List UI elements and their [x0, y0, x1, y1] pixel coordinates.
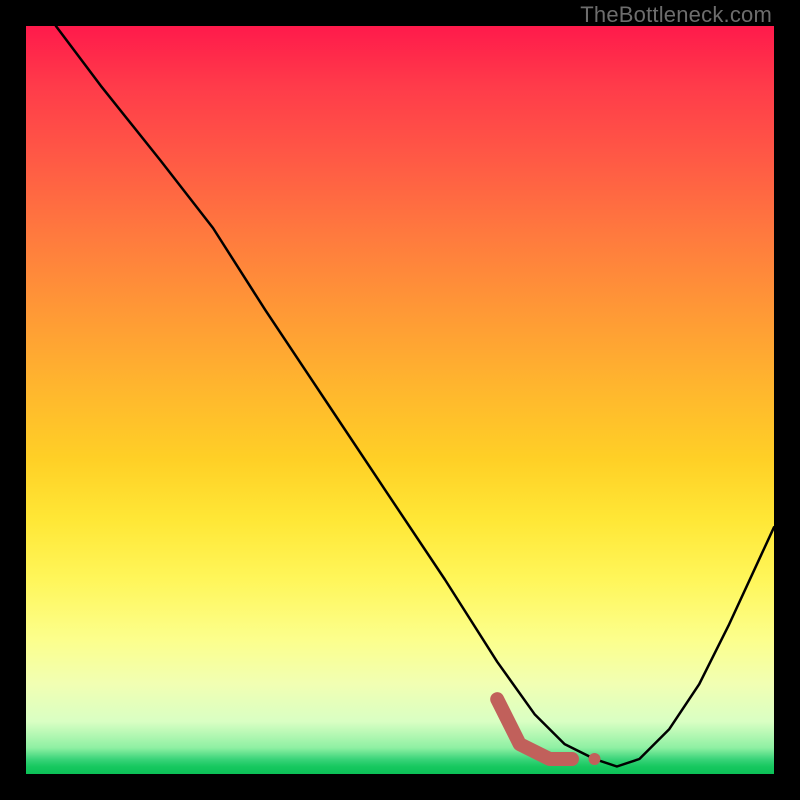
- chart-frame: [26, 26, 774, 774]
- bottleneck-curve: [56, 26, 774, 767]
- chart-overlay: [26, 26, 774, 774]
- watermark-text: TheBottleneck.com: [580, 2, 772, 28]
- highlight-marker-line: [497, 699, 572, 759]
- highlight-marker-dot: [589, 753, 601, 765]
